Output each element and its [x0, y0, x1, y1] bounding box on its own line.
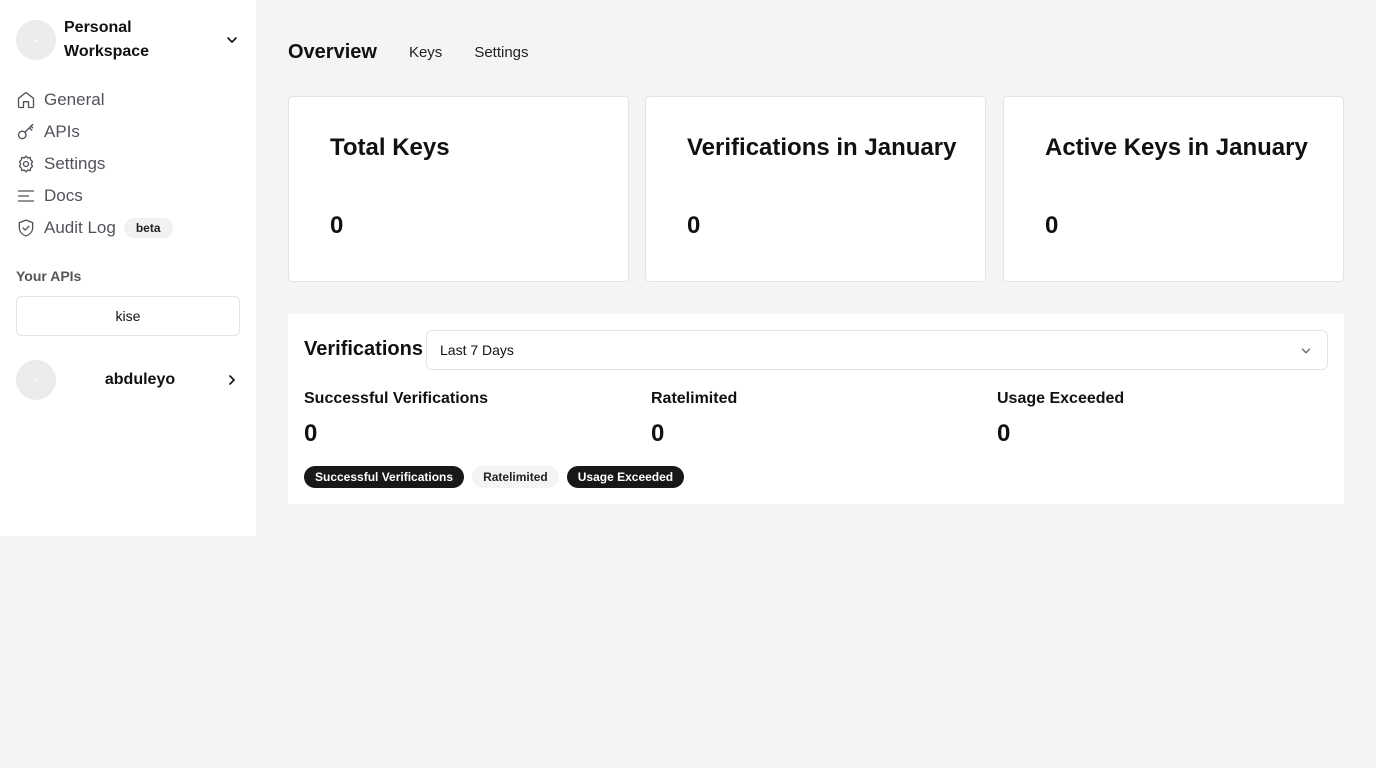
stat-label: Successful Verifications — [304, 390, 489, 407]
user-name: abduleyo — [104, 371, 176, 388]
sidebar-item-label: APIs — [44, 122, 80, 141]
sidebar-item-label: Audit Log — [44, 218, 116, 237]
chevron-right-icon — [229, 375, 235, 385]
stat-card-total-keys: Total Keys 0 — [288, 96, 629, 282]
sidebar: Personal Workspace General APIs Settings… — [0, 0, 256, 536]
verifications-title: Verifications — [304, 338, 423, 360]
stat-label: Usage Exceeded — [997, 390, 1125, 407]
tab-overview[interactable]: Overview — [288, 41, 377, 64]
legend-ratelimited[interactable]: Ratelimited — [472, 466, 559, 488]
stat-card-active-keys: Active Keys in January 0 — [1003, 96, 1344, 282]
gear-icon — [18, 155, 34, 173]
tab-keys[interactable]: Keys — [409, 44, 442, 61]
user-avatar — [16, 360, 56, 400]
card-title: Active Keys in January — [1045, 134, 1308, 161]
sidebar-item-general[interactable]: General — [16, 84, 240, 116]
workspace-switcher[interactable]: Personal Workspace — [16, 19, 240, 60]
sidebar-nav: General APIs Settings Docs Audit Log bet… — [16, 84, 240, 244]
card-title: Total Keys — [330, 134, 450, 161]
sidebar-item-label: General — [44, 90, 105, 109]
workspace-name: Personal Workspace — [64, 19, 150, 60]
card-value: 0 — [687, 212, 701, 239]
chart-legend: Successful Verifications Ratelimited Usa… — [304, 466, 692, 488]
legend-usage-exceeded[interactable]: Usage Exceeded — [566, 466, 685, 488]
legend-successful-verifications[interactable]: Successful Verifications — [304, 466, 465, 488]
sidebar-item-apis[interactable]: APIs — [16, 116, 240, 148]
home-icon — [17, 91, 35, 109]
date-range-select[interactable]: Last 7 Days — [426, 330, 1328, 370]
page-tabs: Overview Keys Settings — [288, 36, 529, 68]
stat-usage-exceeded: Usage Exceeded 0 — [997, 390, 1124, 448]
card-title: Verifications in January — [687, 134, 957, 161]
your-apis-heading: Your APIs — [16, 268, 82, 284]
verifications-panel: Verifications Last 7 Days Successful Ver… — [288, 314, 1344, 504]
stat-successful: Successful Verifications 0 — [304, 390, 488, 448]
stat-ratelimited: Ratelimited 0 — [651, 390, 737, 448]
tab-settings[interactable]: Settings — [474, 44, 528, 61]
sidebar-item-audit-log[interactable]: Audit Log beta — [16, 212, 240, 244]
stat-value: 0 — [651, 420, 665, 447]
user-menu[interactable]: abduleyo — [16, 360, 240, 400]
text-lines-icon — [17, 190, 35, 202]
sidebar-item-settings[interactable]: Settings — [16, 148, 240, 180]
card-value: 0 — [330, 212, 344, 239]
sidebar-item-label: Settings — [44, 154, 106, 173]
date-range-value: Last 7 Days — [440, 342, 514, 358]
stat-card-verifications: Verifications in January 0 — [645, 96, 986, 282]
stat-value: 0 — [997, 420, 1011, 447]
sidebar-item-docs[interactable]: Docs — [16, 180, 240, 212]
workspace-avatar — [16, 20, 56, 60]
stat-value: 0 — [304, 420, 318, 447]
card-value: 0 — [1045, 212, 1059, 239]
key-icon — [17, 123, 34, 140]
shield-check-icon — [18, 219, 34, 237]
sidebar-item-label: Docs — [44, 186, 83, 205]
beta-badge: beta — [123, 218, 173, 238]
stat-label: Ratelimited — [651, 390, 738, 407]
api-item-kise[interactable]: kise — [16, 296, 240, 336]
chevron-down-icon[interactable] — [224, 32, 240, 48]
chevron-down-icon — [1301, 348, 1311, 354]
